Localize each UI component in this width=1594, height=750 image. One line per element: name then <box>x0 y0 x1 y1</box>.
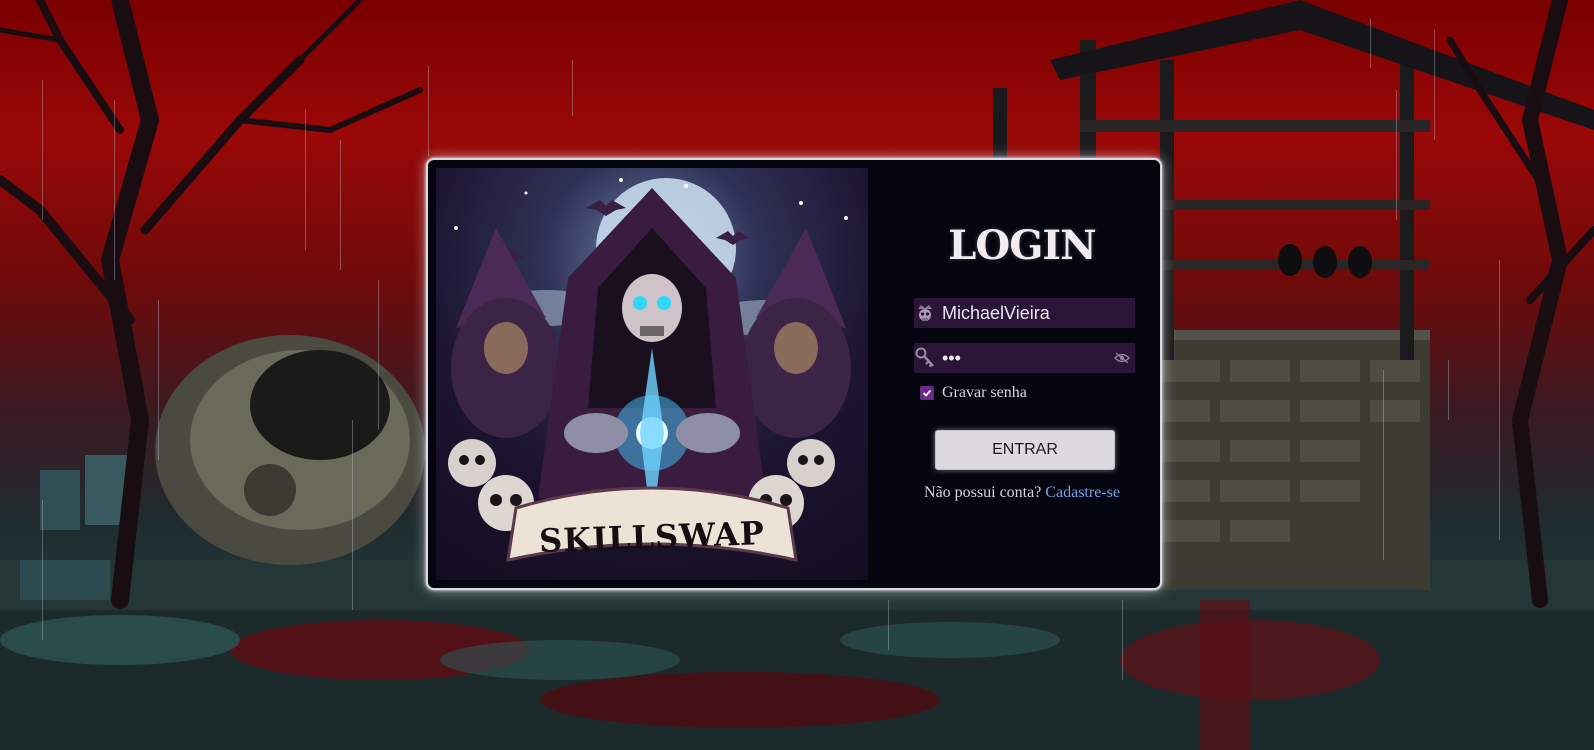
rain-streak <box>378 280 379 430</box>
rain-streak <box>1383 370 1384 560</box>
remember-label: Gravar senha <box>942 384 1027 401</box>
rain-streak <box>1370 18 1371 68</box>
password-field[interactable] <box>914 343 1135 373</box>
signup-link[interactable]: Cadastre-se <box>1045 484 1120 501</box>
login-card: SKILLSWAP LOGIN MichaelVieira ••• Gravar… <box>426 158 1162 590</box>
rain-streak <box>42 500 43 640</box>
remember-checkbox[interactable] <box>920 386 934 400</box>
username-field[interactable] <box>914 298 1135 328</box>
remember-password[interactable]: Gravar senha <box>920 384 1027 402</box>
login-scene: SKILLSWAP LOGIN MichaelVieira ••• Gravar… <box>0 0 1594 750</box>
rain-streak <box>352 420 353 610</box>
skillswap-artwork: SKILLSWAP <box>436 168 868 580</box>
login-submit-button[interactable]: ENTRAR <box>935 430 1115 470</box>
signup-prompt: Não possui conta? Cadastre-se <box>902 484 1142 502</box>
rain-streak <box>158 300 159 460</box>
rain-streak <box>888 600 889 650</box>
login-form: LOGIN MichaelVieira ••• Gravar senha ENT… <box>902 160 1142 588</box>
signup-prompt-text: Não possui conta? <box>924 484 1042 501</box>
rain-streak <box>1434 30 1435 140</box>
rain-streak <box>1499 260 1500 540</box>
rain-streak <box>340 140 341 270</box>
eye-slash-icon[interactable] <box>1109 343 1135 373</box>
crown-skull-icon <box>914 298 936 328</box>
check-icon <box>922 389 932 397</box>
rain-streak <box>114 100 115 280</box>
rain-streak <box>305 110 306 250</box>
password-input[interactable] <box>936 343 1109 373</box>
login-title: LOGIN <box>948 222 1096 269</box>
username-input[interactable] <box>936 298 1135 328</box>
rain-streak <box>1448 360 1449 420</box>
key-icon <box>914 343 936 373</box>
rain-streak <box>572 60 573 116</box>
rain-streak <box>1396 90 1397 220</box>
rain-streak <box>428 66 429 156</box>
rain-streak <box>1122 600 1123 680</box>
rain-streak <box>42 80 43 220</box>
